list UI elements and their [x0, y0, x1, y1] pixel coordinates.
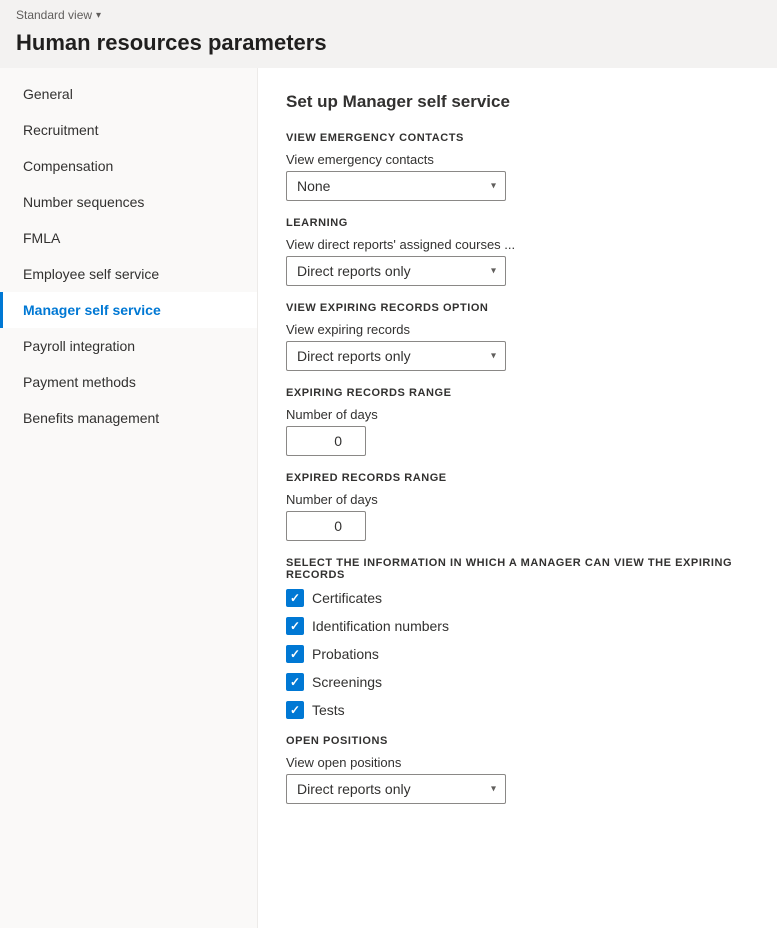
- check-mark-screenings: ✓: [290, 676, 300, 688]
- expiring-records-range-section-label: EXPIRING RECORDS RANGE: [286, 387, 749, 399]
- open-positions-group: OPEN POSITIONS View open positions None …: [286, 735, 749, 804]
- select-information-label: SELECT THE INFORMATION IN WHICH A MANAGE…: [286, 557, 749, 581]
- expired-records-range-group: EXPIRED RECORDS RANGE Number of days: [286, 472, 749, 541]
- sidebar-item-manager-self-service[interactable]: Manager self service: [0, 292, 257, 328]
- checkbox-probations[interactable]: ✓: [286, 645, 304, 663]
- checkbox-item-probations[interactable]: ✓ Probations: [286, 645, 749, 663]
- sidebar-item-recruitment[interactable]: Recruitment: [0, 112, 257, 148]
- expiring-records-option-section-label: VIEW EXPIRING RECORDS OPTION: [286, 302, 749, 314]
- checkbox-label-tests: Tests: [312, 702, 345, 718]
- expiring-records-option-field-label: View expiring records: [286, 322, 749, 337]
- check-mark-certificates: ✓: [290, 592, 300, 604]
- sidebar-item-benefits-management[interactable]: Benefits management: [0, 400, 257, 436]
- checkbox-label-certificates: Certificates: [312, 590, 382, 606]
- open-positions-select-wrapper: None Direct reports only All ▾: [286, 774, 506, 804]
- expiring-records-range-input[interactable]: [286, 426, 366, 456]
- expired-records-range-field-label: Number of days: [286, 492, 749, 507]
- main-layout: General Recruitment Compensation Number …: [0, 68, 777, 928]
- checkbox-item-screenings[interactable]: ✓ Screenings: [286, 673, 749, 691]
- sidebar-item-employee-self-service[interactable]: Employee self service: [0, 256, 257, 292]
- sidebar: General Recruitment Compensation Number …: [0, 68, 258, 928]
- emergency-contacts-section-label: VIEW EMERGENCY CONTACTS: [286, 132, 749, 144]
- checkbox-item-tests[interactable]: ✓ Tests: [286, 701, 749, 719]
- expired-records-range-input-wrapper: [286, 511, 366, 541]
- checkbox-identification-numbers[interactable]: ✓: [286, 617, 304, 635]
- select-information-group: SELECT THE INFORMATION IN WHICH A MANAGE…: [286, 557, 749, 719]
- expiring-records-option-select[interactable]: None Direct reports only All: [286, 341, 506, 371]
- open-positions-section-label: OPEN POSITIONS: [286, 735, 749, 747]
- checkbox-label-probations: Probations: [312, 646, 379, 662]
- expiring-records-range-field-label: Number of days: [286, 407, 749, 422]
- checkbox-label-screenings: Screenings: [312, 674, 382, 690]
- learning-section-label: LEARNING: [286, 217, 749, 229]
- check-mark-tests: ✓: [290, 704, 300, 716]
- sidebar-item-number-sequences[interactable]: Number sequences: [0, 184, 257, 220]
- expiring-records-option-select-wrapper: None Direct reports only All ▾: [286, 341, 506, 371]
- section-title: Set up Manager self service: [286, 92, 749, 112]
- emergency-contacts-field-label: View emergency contacts: [286, 152, 749, 167]
- sidebar-item-fmla[interactable]: FMLA: [0, 220, 257, 256]
- learning-group: LEARNING View direct reports' assigned c…: [286, 217, 749, 286]
- top-bar: Standard view ▾: [0, 0, 777, 26]
- expired-records-range-input[interactable]: [286, 511, 366, 541]
- expiring-records-range-group: EXPIRING RECORDS RANGE Number of days: [286, 387, 749, 456]
- check-mark-probations: ✓: [290, 648, 300, 660]
- checkbox-group: ✓ Certificates ✓ Identification numbers …: [286, 589, 749, 719]
- checkbox-label-identification-numbers: Identification numbers: [312, 618, 449, 634]
- sidebar-item-payment-methods[interactable]: Payment methods: [0, 364, 257, 400]
- expired-records-range-section-label: EXPIRED RECORDS RANGE: [286, 472, 749, 484]
- sidebar-item-payroll-integration[interactable]: Payroll integration: [0, 328, 257, 364]
- check-mark-identification-numbers: ✓: [290, 620, 300, 632]
- emergency-contacts-group: VIEW EMERGENCY CONTACTS View emergency c…: [286, 132, 749, 201]
- learning-select[interactable]: None Direct reports only All: [286, 256, 506, 286]
- page-title: Human resources parameters: [0, 26, 777, 68]
- emergency-contacts-select-wrapper: None Direct reports only All ▾: [286, 171, 506, 201]
- expiring-records-option-group: VIEW EXPIRING RECORDS OPTION View expiri…: [286, 302, 749, 371]
- checkbox-item-identification-numbers[interactable]: ✓ Identification numbers: [286, 617, 749, 635]
- standard-view-chevron: ▾: [96, 10, 101, 21]
- checkbox-certificates[interactable]: ✓: [286, 589, 304, 607]
- emergency-contacts-select[interactable]: None Direct reports only All: [286, 171, 506, 201]
- sidebar-item-compensation[interactable]: Compensation: [0, 148, 257, 184]
- standard-view-label[interactable]: Standard view: [16, 8, 92, 22]
- checkbox-screenings[interactable]: ✓: [286, 673, 304, 691]
- expiring-records-range-input-wrapper: [286, 426, 366, 456]
- open-positions-field-label: View open positions: [286, 755, 749, 770]
- content-area: Set up Manager self service VIEW EMERGEN…: [258, 68, 777, 928]
- sidebar-item-general[interactable]: General: [0, 76, 257, 112]
- open-positions-select[interactable]: None Direct reports only All: [286, 774, 506, 804]
- checkbox-item-certificates[interactable]: ✓ Certificates: [286, 589, 749, 607]
- checkbox-tests[interactable]: ✓: [286, 701, 304, 719]
- learning-select-wrapper: None Direct reports only All ▾: [286, 256, 506, 286]
- learning-field-label: View direct reports' assigned courses ..…: [286, 237, 749, 252]
